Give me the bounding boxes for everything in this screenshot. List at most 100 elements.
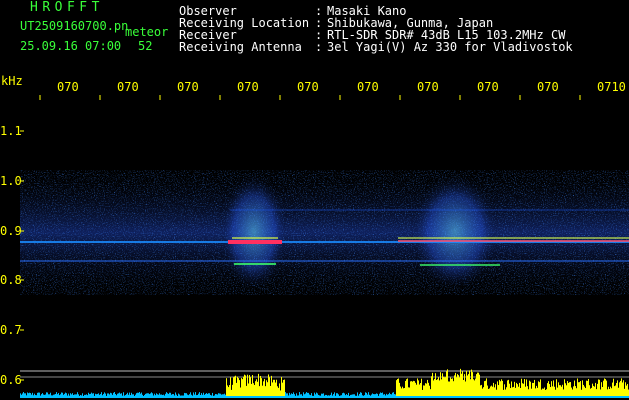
histogram-bar [238, 378, 239, 398]
histogram-bar [446, 371, 447, 398]
histogram-bar [468, 374, 469, 398]
y-tick-label: 1.0 [0, 174, 22, 188]
histogram-bar [578, 382, 579, 398]
histogram-bar [251, 383, 252, 398]
x-tick-label: 070 [57, 80, 79, 94]
histogram-bar [276, 379, 277, 398]
histogram-bar [580, 381, 581, 398]
histogram-bar [623, 380, 624, 398]
histogram-bar [463, 379, 464, 398]
histogram-bar [419, 384, 420, 398]
histogram-bar [540, 379, 541, 398]
histogram-bar [570, 382, 571, 398]
axis-unit: kHz [1, 74, 23, 88]
histogram-bar [521, 378, 522, 398]
histogram-bar [421, 378, 422, 398]
histogram-bar [460, 368, 461, 398]
histogram-bar [252, 375, 253, 398]
histogram-bar [522, 383, 523, 398]
histogram-bar [476, 374, 477, 398]
histogram-bar [272, 382, 273, 398]
histogram-bar [275, 382, 276, 398]
histogram-bar [497, 381, 498, 398]
histogram-bar [279, 383, 280, 398]
histogram-bar [553, 380, 554, 398]
histogram-bar [274, 379, 275, 398]
histogram-bar [282, 382, 283, 398]
brand-logo: HROFFT [30, 0, 104, 15]
histogram-bar [257, 381, 258, 398]
histogram-bar [406, 379, 407, 398]
histogram-bar [587, 380, 588, 398]
file-name: UT2509160700.pn [20, 19, 129, 33]
histogram-bar [472, 372, 473, 398]
echo-count: 52 [138, 39, 153, 53]
y-tick-label: 0.7 [0, 323, 22, 337]
histogram-bar [473, 379, 474, 398]
histogram-bar [471, 369, 472, 398]
histogram-bar [447, 369, 448, 398]
histogram-bar [569, 382, 570, 398]
histogram-bar [247, 374, 248, 398]
histogram-bar [263, 381, 264, 398]
histogram-bar [455, 372, 456, 398]
histogram-bar [283, 379, 284, 398]
histogram-bar [551, 381, 552, 398]
histogram-bar [438, 377, 439, 398]
histogram-bar [469, 370, 470, 398]
x-tick-label: 070 [297, 80, 319, 94]
histogram-bar [434, 378, 435, 398]
histogram-bar [239, 380, 240, 398]
histogram-bar [418, 380, 419, 398]
histogram-bar [260, 375, 261, 398]
mode-label: meteor [125, 25, 169, 39]
x-tick-label: 070 [117, 80, 139, 94]
noise-speckle [20, 170, 629, 295]
histogram-bar [597, 383, 598, 398]
histogram-bar [242, 379, 243, 398]
histogram-bar [479, 374, 480, 398]
antenna-label: Receiving Antenna [179, 40, 302, 54]
histogram-bar [281, 376, 282, 398]
histogram-bar [237, 376, 238, 398]
histogram-bar [235, 375, 236, 398]
histogram-bar [485, 380, 486, 398]
histogram-bar [451, 378, 452, 398]
histogram-bar [625, 382, 626, 398]
histogram-bar [595, 382, 596, 398]
histogram-bar [588, 378, 589, 398]
histogram-bar [414, 381, 415, 398]
histogram-bar [564, 379, 565, 398]
histogram-bar [398, 378, 399, 398]
histogram-bar [474, 380, 475, 398]
histogram-bar [534, 379, 535, 398]
histogram-bar [431, 376, 432, 398]
histogram-bar [507, 380, 508, 398]
histogram-bar [261, 378, 262, 398]
burst-2 [410, 172, 500, 292]
histogram-bar [499, 379, 500, 398]
histogram-bar [568, 382, 569, 398]
histogram-bar [508, 379, 509, 398]
histogram-bar [523, 383, 524, 398]
histogram-bar [425, 383, 426, 398]
histogram-bar [501, 379, 502, 398]
histogram-bar [598, 379, 599, 398]
histogram-bar [410, 381, 411, 398]
histogram-bar [439, 380, 440, 398]
histogram-bar [462, 371, 463, 398]
histogram-bar [577, 378, 578, 398]
histogram-bar [412, 381, 413, 398]
histogram-bar [599, 379, 600, 398]
histogram-bar [441, 379, 442, 398]
histogram-bar [428, 382, 429, 398]
histogram-bar [612, 382, 613, 398]
histogram-bar [470, 379, 471, 398]
histogram-bar [627, 383, 628, 398]
histogram-bar [433, 380, 434, 398]
histogram-bar [271, 375, 272, 398]
x-tick-label: 0710 [597, 80, 626, 94]
histogram-bar [454, 375, 455, 398]
histogram-bar [448, 381, 449, 398]
histogram-bar [266, 380, 267, 398]
